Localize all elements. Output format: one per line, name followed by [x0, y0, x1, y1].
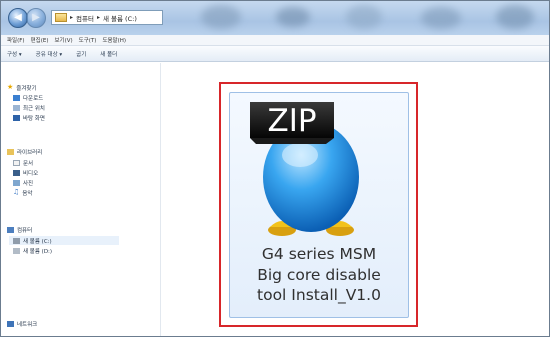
sidebar-item-label: 컴퓨터: [17, 227, 33, 234]
sidebar-item-label: 사진: [23, 180, 34, 187]
desktop-icon: [13, 114, 20, 121]
menu-help[interactable]: 도움말(H): [102, 36, 126, 44]
video-icon: [13, 169, 20, 176]
navigation-pane: ★ 즐겨찾기 다운로드 최근 위치 바탕 화면 라이브러리 문서 비디오 사진 …: [1, 63, 161, 336]
forward-arrow-icon: ▶: [32, 12, 40, 23]
address-bar[interactable]: ▸ 컴퓨터 ▸ 새 볼륨 (C:): [51, 10, 163, 25]
share-with-button[interactable]: 공유 대상 ▾: [36, 50, 63, 58]
sidebar-item-label: 다운로드: [23, 95, 44, 102]
sidebar-item-label: 비디오: [23, 170, 39, 177]
zip-badge-text: ZIP: [267, 103, 316, 139]
sidebar-item-label: 문서: [23, 160, 34, 167]
network-icon: [7, 320, 14, 327]
pictures-icon: [13, 179, 20, 186]
music-icon: ♫: [13, 188, 20, 196]
folder-icon: [55, 13, 67, 22]
sidebar-item-libraries[interactable]: 라이브러리: [7, 147, 42, 156]
documents-icon: [13, 159, 20, 166]
menu-file[interactable]: 파일(F): [7, 36, 25, 44]
chevron-right-icon: ▸: [70, 14, 74, 21]
file-name-line-2: Big core disable: [257, 265, 381, 284]
sidebar-item-label: 최근 위치: [23, 105, 45, 112]
sidebar-item-music[interactable]: ♫ 음악: [13, 188, 32, 197]
chevron-right-icon: ▸: [96, 14, 100, 21]
back-arrow-icon: ◀: [14, 12, 22, 23]
file-name[interactable]: G4 series MSM Big core disable tool Inst…: [230, 244, 408, 306]
menu-bar: 파일(F) 편집(E) 보기(V) 도구(T) 도움말(H): [1, 35, 549, 46]
recent-places-icon: [13, 104, 20, 111]
sidebar-item-documents[interactable]: 문서: [13, 158, 33, 167]
breadcrumb-computer[interactable]: 컴퓨터: [76, 13, 94, 23]
sidebar-item-label: 즐겨찾기: [16, 85, 37, 92]
sidebar-item-recent-places[interactable]: 최근 위치: [13, 103, 45, 112]
sidebar-item-desktop[interactable]: 바탕 화면: [13, 113, 45, 122]
back-button[interactable]: ◀: [8, 8, 28, 28]
command-bar: 구성 ▾ 공유 대상 ▾ 굽기 새 폴더: [1, 46, 549, 62]
menu-tools[interactable]: 도구(T): [79, 36, 97, 44]
new-folder-button[interactable]: 새 폴더: [100, 50, 117, 58]
file-name-line-3: tool Install_V1.0: [257, 286, 381, 304]
sidebar-item-pictures[interactable]: 사진: [13, 178, 33, 187]
highlight-box: ZIP G4 series MSM Big core disable tool …: [219, 82, 418, 327]
download-folder-icon: [13, 94, 20, 101]
star-icon: ★: [7, 83, 14, 91]
file-list-area: ZIP G4 series MSM Big core disable tool …: [162, 63, 549, 336]
file-name-line-1: G4 series MSM: [261, 245, 377, 263]
zip-file-icon: ZIP: [250, 102, 359, 236]
organize-button[interactable]: 구성 ▾: [7, 50, 22, 58]
menu-edit[interactable]: 편집(E): [31, 36, 49, 44]
file-item[interactable]: ZIP G4 series MSM Big core disable tool …: [229, 92, 409, 318]
sidebar-item-label: 새 볼륨 (D:): [23, 248, 53, 255]
forward-button[interactable]: ▶: [26, 8, 46, 28]
sidebar-item-label: 네트워크: [17, 321, 38, 328]
sidebar-item-computer[interactable]: 컴퓨터: [7, 225, 32, 234]
explorer-window: ◀ ▶ ▸ 컴퓨터 ▸ 새 볼륨 (C:) 파일(F) 편집(E) 보기(V) …: [0, 0, 550, 337]
sidebar-item-volume-c[interactable]: 새 볼륨 (C:): [9, 236, 119, 245]
breadcrumb-volume[interactable]: 새 볼륨 (C:): [103, 13, 137, 23]
menu-view[interactable]: 보기(V): [54, 36, 72, 44]
library-icon: [7, 148, 14, 155]
computer-icon: [7, 226, 14, 233]
drive-icon: [13, 247, 20, 254]
sidebar-item-network[interactable]: 네트워크: [7, 319, 37, 328]
sidebar-item-favorites[interactable]: ★ 즐겨찾기: [7, 83, 37, 92]
sidebar-item-label: 라이브러리: [17, 149, 43, 156]
burn-button[interactable]: 굽기: [76, 50, 86, 58]
sidebar-item-videos[interactable]: 비디오: [13, 168, 38, 177]
sidebar-item-label: 바탕 화면: [23, 115, 45, 122]
sidebar-item-label: 새 볼륨 (C:): [23, 238, 52, 245]
sidebar-item-volume-d[interactable]: 새 볼륨 (D:): [13, 246, 52, 255]
address-bar-area: ◀ ▶ ▸ 컴퓨터 ▸ 새 볼륨 (C:): [1, 1, 549, 35]
sidebar-item-downloads[interactable]: 다운로드: [13, 93, 43, 102]
sidebar-item-label: 음악: [22, 190, 33, 197]
drive-icon: [13, 237, 20, 244]
